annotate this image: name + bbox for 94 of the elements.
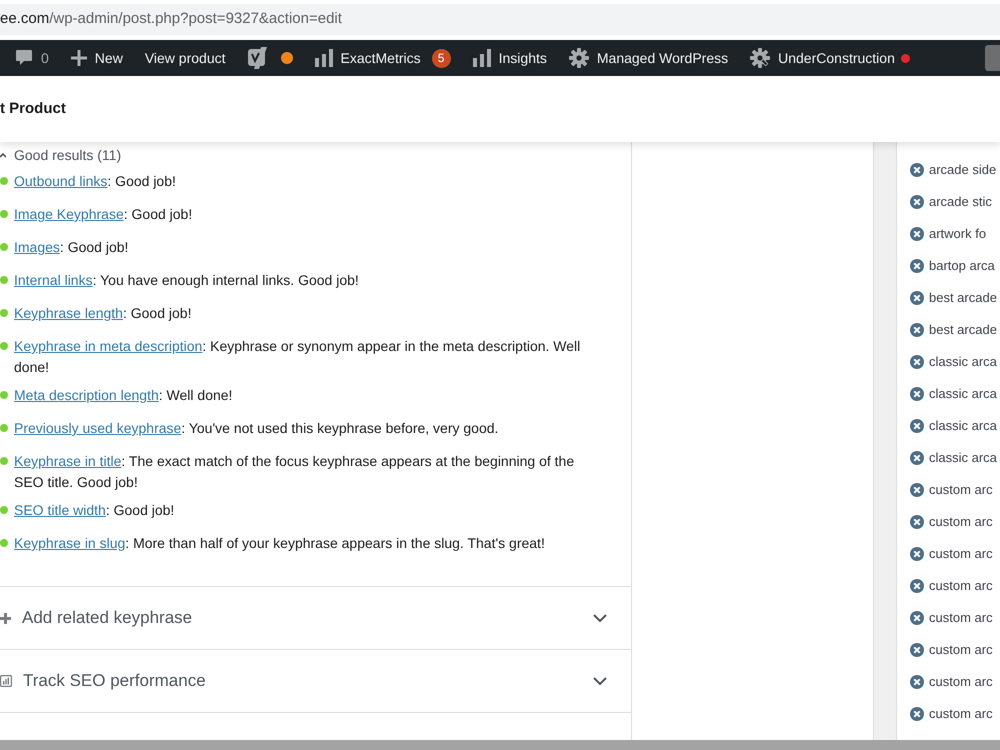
gear-magnifier-icon (750, 48, 770, 68)
result-text: SEO title width: Good job! (14, 501, 174, 520)
result-text: Keyphrase in meta description: Keyphrase or synonym appear in the meta description. Well done! (14, 337, 582, 377)
tag-label: custom arc (929, 641, 993, 660)
remove-icon[interactable] (910, 451, 924, 465)
tag-label: custom arc (929, 673, 993, 692)
result-link[interactable]: Keyphrase length (14, 305, 123, 321)
tag-label: arcade stic (929, 193, 992, 212)
tag-label: custom arc (929, 705, 993, 724)
comment-icon (15, 49, 33, 67)
tag-label: custom arc (929, 481, 993, 500)
bullet-icon (0, 177, 8, 185)
tag-label: custom arc (929, 513, 993, 532)
address-field[interactable]: ee.com/wp-admin/post.php?post=9327&action=edit (0, 4, 1000, 35)
tag-label: classic arca (929, 417, 997, 436)
tag-label: best arcade (929, 289, 997, 308)
result-text: Image Keyphrase: Good job! (14, 205, 192, 224)
bullet-icon (0, 457, 8, 465)
tag-label: classic arca (929, 353, 997, 372)
admin-bar-link[interactable]: Insights (462, 40, 558, 76)
remove-icon[interactable] (910, 259, 924, 273)
remove-icon[interactable] (910, 163, 924, 177)
admin-bar-link[interactable]: Managed WordPress (558, 40, 740, 76)
bullet-icon (0, 210, 8, 218)
result-link[interactable]: Outbound links (14, 173, 108, 189)
result-text: Previously used keyphrase: You've not used this keyphrase before, very good. (14, 419, 498, 438)
bullet-icon (0, 506, 8, 514)
result-text: Keyphrase in slug: More than half of your keyphrase appears in the slug. That's great! (14, 534, 545, 553)
remove-icon[interactable] (910, 675, 924, 689)
remove-icon[interactable] (910, 387, 924, 401)
tag-label: custom arc (929, 577, 993, 596)
remove-icon[interactable] (910, 547, 924, 561)
bullet-icon (0, 342, 8, 350)
remove-icon[interactable] (910, 291, 924, 305)
tag-label: classic arca (929, 385, 997, 404)
remove-icon[interactable] (910, 483, 924, 497)
bullet-icon (0, 276, 8, 284)
count-badge: 5 (432, 48, 451, 68)
admin-bar-link[interactable]: View product (134, 40, 236, 76)
section-heading: Good results (11) (14, 146, 122, 165)
result-link[interactable]: Keyphrase in meta description (14, 338, 202, 354)
result-link[interactable]: Image Keyphrase (14, 206, 124, 222)
plus-icon (70, 50, 87, 66)
remove-icon[interactable] (910, 419, 924, 433)
result-text: Internal links: You have enough internal links. Good job! (14, 271, 359, 290)
bullet-icon (0, 243, 8, 251)
result-text: Keyphrase in title: The exact match of the focus keyphrase appears at the beginning of the SEO title. Good job! (14, 452, 576, 492)
admin-bar-link[interactable]: New (60, 40, 134, 76)
bar-chart-icon (314, 49, 332, 67)
bar-chart-icon (472, 49, 491, 67)
remove-icon[interactable] (910, 227, 924, 241)
url-host: ee.com (0, 9, 50, 30)
result-text: Outbound links: Good job! (14, 172, 176, 191)
tag-label: best arcade (929, 321, 997, 340)
remove-icon[interactable] (910, 707, 924, 721)
result-link[interactable]: Keyphrase in title (14, 453, 122, 469)
admin-bar-link[interactable]: ExactMetrics (304, 40, 432, 76)
result-text: Meta description length: Well done! (14, 386, 232, 405)
url-path: /wp-admin/post.php?post=9327&action=edit (49, 9, 342, 30)
tag-label: artwork fo (929, 225, 986, 244)
remove-icon[interactable] (910, 355, 924, 369)
remove-icon[interactable] (910, 579, 924, 593)
result-link[interactable]: Internal links (14, 272, 93, 288)
accordion-header[interactable]: Add related keyphrase (0, 586, 631, 649)
result-link[interactable]: Meta description length (14, 387, 159, 403)
result-link[interactable]: Previously used keyphrase (14, 420, 182, 436)
remove-icon[interactable] (910, 323, 924, 337)
result-link[interactable]: Keyphrase in slug (14, 535, 126, 551)
chart-icon (0, 675, 12, 687)
tag-label: bartop arca (929, 257, 995, 276)
admin-bar-link[interactable]: UnderConstruction (739, 40, 906, 76)
remove-icon[interactable] (910, 643, 924, 657)
gear-icon (568, 48, 589, 68)
bullet-icon (0, 309, 8, 317)
chevron-up-icon[interactable] (0, 151, 6, 159)
remove-icon[interactable] (910, 611, 924, 625)
tag-label: arcade side (929, 161, 996, 180)
admin-bar-link[interactable]: 0 (4, 40, 60, 76)
result-text: Keyphrase length: Good job! (14, 304, 192, 323)
tag-label: custom arc (929, 545, 993, 564)
plus-icon (0, 612, 11, 624)
remove-icon[interactable] (910, 515, 924, 529)
bullet-icon (0, 391, 8, 399)
accordion-header[interactable]: Track SEO performance (0, 649, 631, 712)
tag-label: classic arca (929, 449, 997, 468)
tag-label: custom arc (929, 609, 993, 628)
bullet-icon (0, 424, 8, 432)
result-link[interactable]: Images (14, 239, 60, 255)
logo-icon (248, 47, 268, 69)
result-link[interactable]: SEO title width (14, 502, 106, 518)
remove-icon[interactable] (910, 195, 924, 209)
bullet-icon (0, 539, 8, 547)
result-text: Images: Good job! (14, 238, 128, 257)
page-title: t Product (0, 98, 66, 119)
